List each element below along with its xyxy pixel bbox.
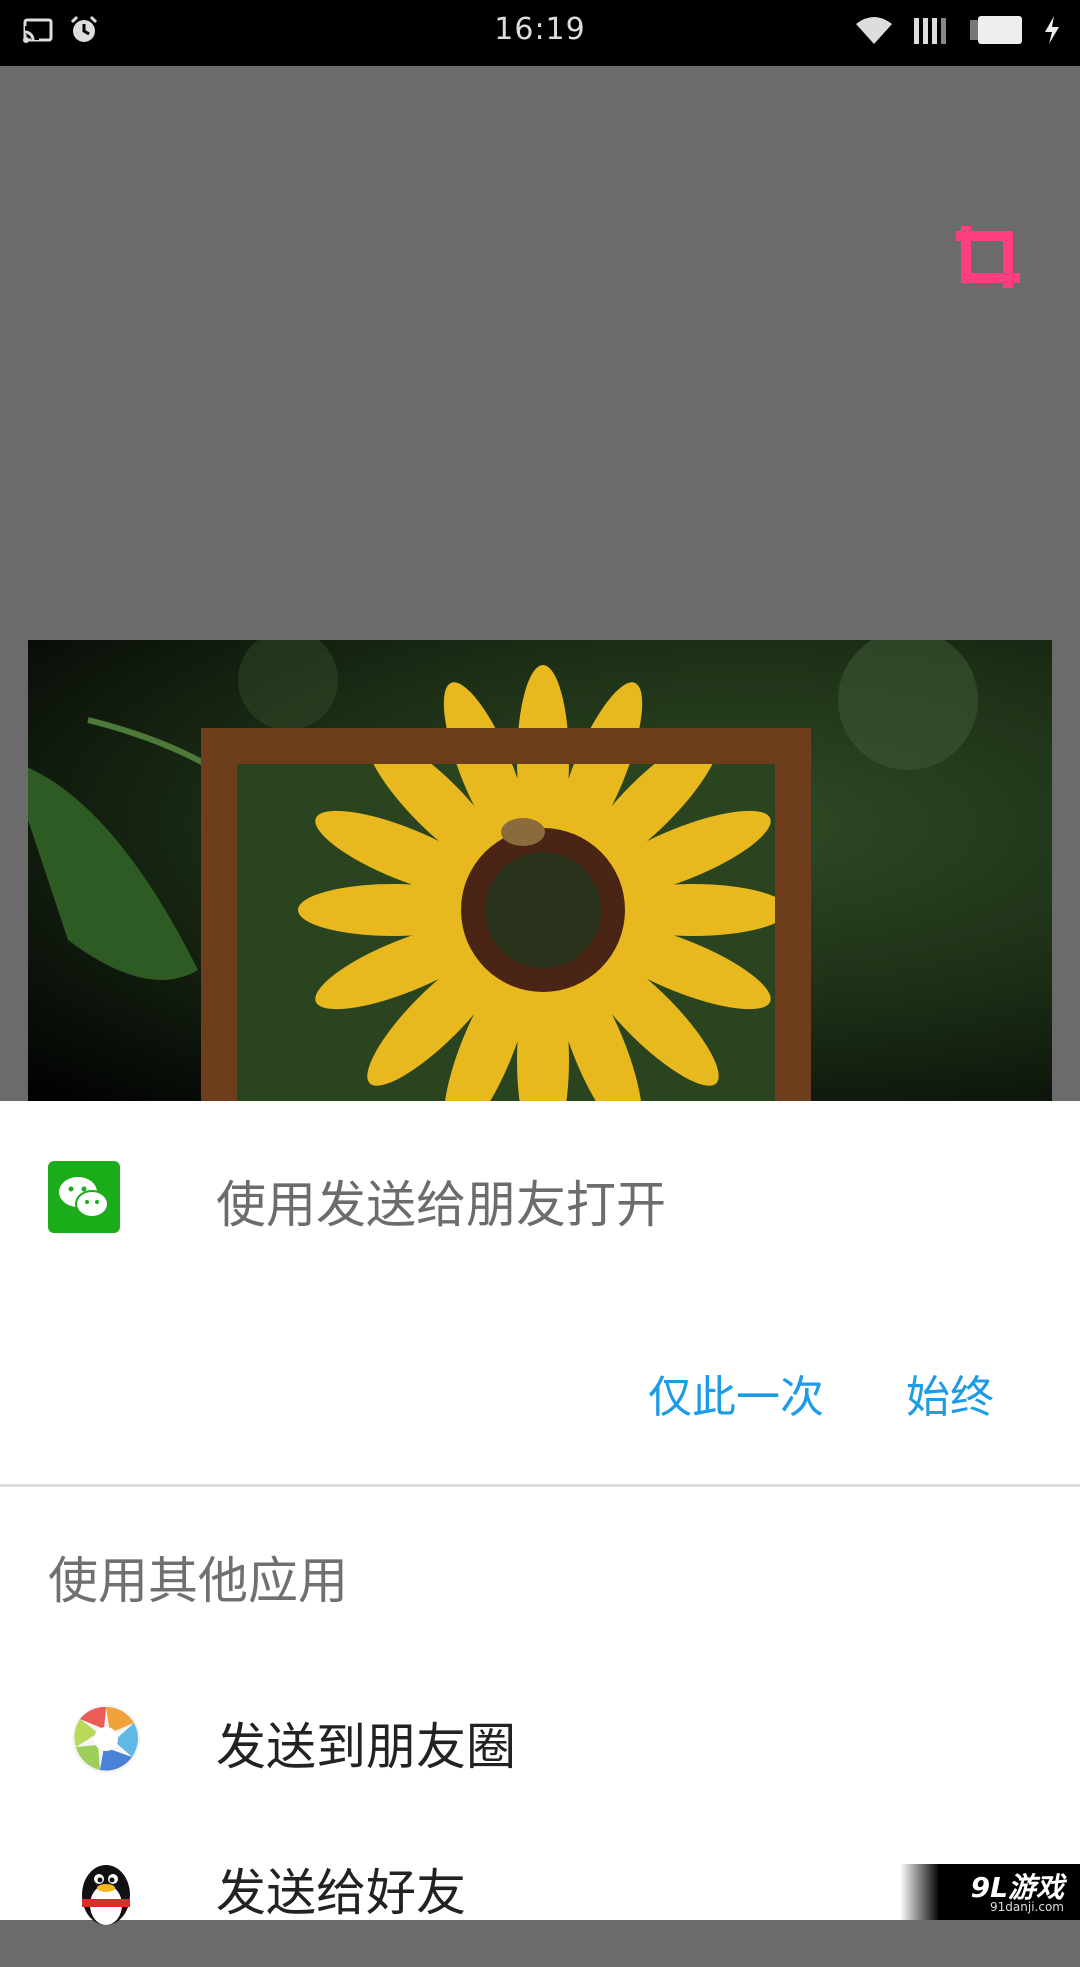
signal-icon xyxy=(914,18,946,44)
wifi-icon xyxy=(856,17,892,44)
moments-icon xyxy=(72,1705,140,1773)
charging-icon xyxy=(1045,16,1059,44)
just-once-button[interactable]: 仅此一次 xyxy=(648,1361,824,1425)
watermark-url: 91danji.com xyxy=(990,1900,1064,1914)
sunflower-image xyxy=(28,640,978,1102)
crop-icon[interactable] xyxy=(952,222,1024,294)
status-right-icons xyxy=(854,14,1062,46)
battery-icon xyxy=(970,16,1022,44)
always-button[interactable]: 始终 xyxy=(906,1361,994,1425)
app-label: 发送到朋友圈 xyxy=(216,1718,516,1776)
open-with-dialog: 使用发送给朋友打开 仅此一次 始终 使用其他应用 发送到朋友圈 发送给好友 xyxy=(0,1101,1080,1925)
wechat-icon xyxy=(48,1161,120,1233)
status-bar: 16:19 xyxy=(0,0,1080,66)
other-apps-title: 使用其他应用 xyxy=(48,1552,348,1610)
divider xyxy=(0,1484,1080,1487)
photo-preview xyxy=(28,640,1052,1102)
app-label: 发送给好友 xyxy=(216,1864,466,1922)
watermark: 9L游戏 91danji.com xyxy=(900,1864,1080,1920)
app-item-moments[interactable]: 发送到朋友圈 xyxy=(0,1667,1080,1817)
open-with-title: 使用发送给朋友打开 xyxy=(216,1176,666,1234)
qq-penguin-icon xyxy=(82,1865,130,1925)
